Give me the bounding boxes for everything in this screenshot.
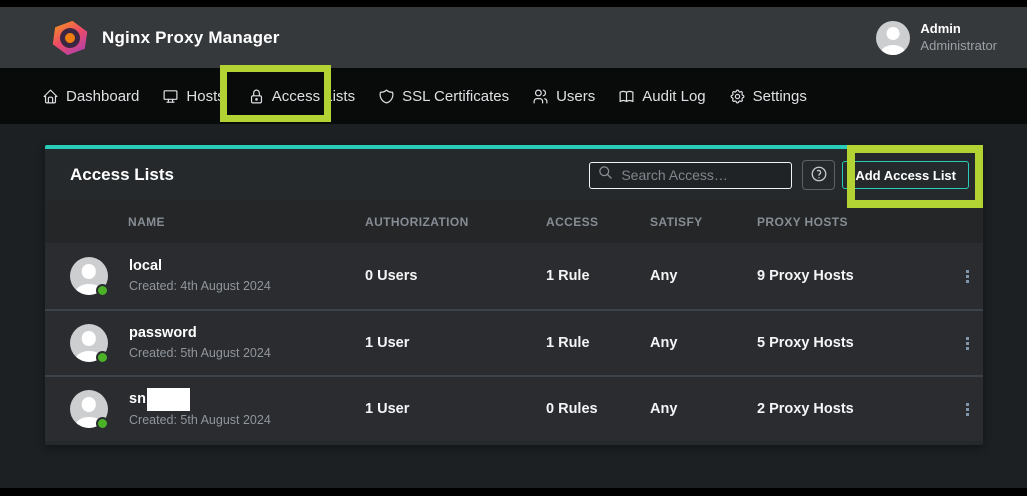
shield-icon (378, 88, 395, 105)
lock-icon (248, 88, 265, 105)
bottom-letterbox (0, 488, 1027, 496)
gear-icon (729, 88, 746, 105)
home-icon (42, 88, 59, 105)
nav-item-settings[interactable]: Settings (729, 88, 807, 105)
authorization-value: 1 User (365, 401, 546, 417)
satisfy-value: Any (650, 335, 757, 351)
user-avatar (876, 21, 910, 55)
user-menu[interactable]: Admin Administrator (876, 21, 997, 55)
search-input[interactable] (621, 167, 783, 183)
access-value: 1 Rule (546, 335, 650, 351)
help-button[interactable] (802, 160, 835, 190)
created-date: Created: 5th August 2024 (129, 411, 271, 429)
user-name: Admin (920, 21, 997, 37)
user-role: Administrator (920, 38, 997, 54)
access-list-name: sn (129, 388, 271, 411)
nav-item-dashboard[interactable]: Dashboard (42, 88, 139, 105)
nav-item-ssl-certificates[interactable]: SSL Certificates (378, 88, 509, 105)
app-header: Nginx Proxy Manager Admin Administrator (0, 7, 1027, 68)
proxy-hosts-value: 9 Proxy Hosts (757, 268, 948, 284)
proxy-hosts-value: 5 Proxy Hosts (757, 335, 948, 351)
row-avatar (70, 390, 108, 428)
main-nav: Dashboard Hosts Access Lists SSL Certifi… (0, 68, 1027, 124)
nav-item-access-lists[interactable]: Access Lists (248, 88, 355, 105)
satisfy-value: Any (650, 268, 757, 284)
monitor-icon (162, 88, 179, 105)
avatar-person-icon (82, 331, 96, 345)
brand-link[interactable]: Nginx Proxy Manager (52, 20, 280, 56)
column-header-name: NAME (45, 215, 365, 229)
table-row: password Created: 5th August 2024 1 User… (45, 309, 983, 375)
top-letterbox (0, 0, 1027, 7)
table-header: NAME AUTHORIZATION ACCESS SATISFY PROXY … (45, 201, 983, 243)
online-status-dot (96, 417, 109, 430)
access-list-name: local (129, 256, 271, 277)
redaction-box (147, 388, 190, 411)
column-header-proxy-hosts: PROXY HOSTS (757, 215, 948, 229)
access-value: 1 Rule (546, 268, 650, 284)
online-status-dot (96, 284, 109, 297)
row-menu-button[interactable] (955, 394, 981, 424)
satisfy-value: Any (650, 401, 757, 417)
search-box (589, 162, 792, 189)
book-icon (618, 88, 635, 105)
table-row: sn Created: 5th August 2024 1 User 0 Rul… (45, 375, 983, 441)
page-title: Access Lists (70, 165, 174, 185)
row-avatar (70, 257, 108, 295)
column-header-authorization: AUTHORIZATION (365, 215, 546, 229)
row-menu-button[interactable] (955, 328, 981, 358)
online-status-dot (96, 351, 109, 364)
avatar-person-icon (82, 264, 96, 278)
table-row: local Created: 4th August 2024 0 Users 1… (45, 243, 983, 309)
created-date: Created: 5th August 2024 (129, 344, 271, 362)
add-access-list-button[interactable]: Add Access List (842, 161, 969, 189)
avatar-person-icon (82, 397, 96, 411)
column-header-satisfy: SATISFY (650, 215, 757, 229)
row-avatar (70, 324, 108, 362)
proxy-hosts-value: 2 Proxy Hosts (757, 401, 948, 417)
app-title: Nginx Proxy Manager (102, 28, 280, 48)
search-icon (598, 165, 613, 185)
created-date: Created: 4th August 2024 (129, 277, 271, 295)
column-header-access: ACCESS (546, 215, 650, 229)
access-list-name: password (129, 323, 271, 344)
panel-header: Access Lists Add Access List (45, 149, 983, 201)
nav-item-audit-log[interactable]: Audit Log (618, 88, 705, 105)
users-icon (532, 88, 549, 105)
row-menu-button[interactable] (955, 261, 981, 291)
avatar-person-icon (887, 27, 900, 40)
nav-item-users[interactable]: Users (532, 88, 595, 105)
authorization-value: 0 Users (365, 268, 546, 284)
authorization-value: 1 User (365, 335, 546, 351)
nginx-proxy-manager-logo-icon (50, 17, 91, 58)
access-lists-panel: Access Lists Add Access List NAME AUTHOR… (45, 145, 983, 445)
access-value: 0 Rules (546, 401, 650, 417)
nav-item-hosts[interactable]: Hosts (162, 88, 224, 105)
help-icon (810, 165, 828, 186)
